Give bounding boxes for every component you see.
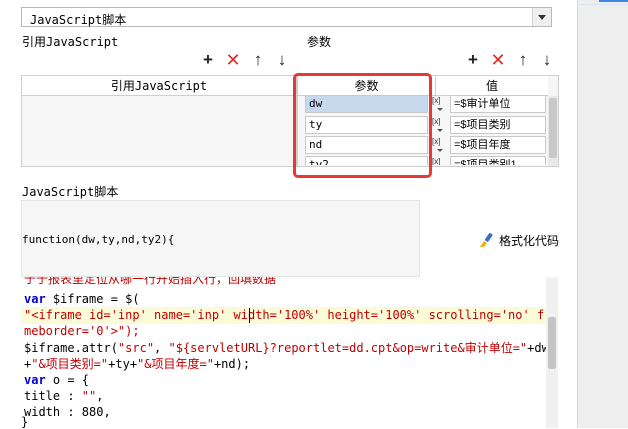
script-type-value: JavaScript脚本 (30, 13, 127, 27)
editor-scrollbar[interactable] (546, 277, 558, 428)
params-label: 参数 (307, 35, 332, 49)
params-scrollbar[interactable] (548, 96, 558, 166)
move-param-up-icon[interactable]: ↑ (515, 51, 531, 68)
add-param-icon[interactable]: + (465, 51, 481, 68)
function-signature-panel: function(dw,ty,nd,ty2){ (21, 200, 420, 277)
move-up-icon[interactable]: ↑ (250, 51, 266, 68)
formula-icon[interactable]: [x] (432, 137, 446, 155)
param-value-cell[interactable]: =$项目类别 (450, 116, 546, 134)
param-value-cell[interactable]: =$项目类别1 (450, 156, 546, 165)
ref-js-table[interactable]: 引用JavaScript (21, 75, 297, 167)
background-panel (577, 0, 628, 428)
code-line: $iframe.attr("src", "${servletURL}?repor… (24, 341, 546, 355)
formula-icon[interactable]: [x] (432, 96, 446, 114)
move-down-icon[interactable]: ↓ (274, 51, 290, 68)
code-line: meborder='0'>"); (24, 324, 140, 338)
code-line: var o = { (24, 373, 90, 387)
format-code-button[interactable]: 格式化代码 (478, 231, 559, 249)
highlight-box (293, 73, 432, 178)
code-line: title : "", (24, 389, 104, 403)
delete-icon[interactable]: ✕ (225, 51, 241, 69)
param-value-cell[interactable]: =$审计单位 (450, 95, 546, 113)
code-line: +"&项目类别="+ty+"&项目年度="+nd); (24, 357, 251, 371)
format-code-label: 格式化代码 (499, 233, 560, 248)
text-cursor (249, 308, 250, 323)
editor-scrollbar-thumb[interactable] (548, 317, 556, 369)
formula-icon[interactable]: [x] (432, 117, 446, 135)
code-line: var $iframe = $( (24, 292, 140, 306)
code-line: "<iframe id='inp' name='inp' width='100%… (24, 308, 546, 322)
ref-js-header: 引用JavaScript (22, 76, 296, 96)
move-param-down-icon[interactable]: ↓ (539, 51, 555, 68)
js-script-label: JavaScript脚本 (22, 185, 119, 199)
param-value-cell[interactable]: =$项目年度 (450, 136, 546, 154)
code-line: } (21, 415, 29, 429)
code-line: 于于报表里定位从哪一行开始插入行，回填数据 (24, 277, 277, 286)
delete-param-icon[interactable]: ✕ (490, 51, 506, 69)
add-icon[interactable]: + (200, 51, 216, 68)
function-signature: function(dw,ty,nd,ty2){ (22, 233, 175, 246)
chevron-down-icon[interactable] (532, 8, 551, 26)
value-column-header: 值 (436, 76, 548, 96)
brush-icon (480, 232, 493, 247)
code-line: width : 880, (24, 405, 111, 419)
ref-js-label: 引用JavaScript (22, 35, 119, 49)
script-type-select[interactable]: JavaScript脚本 (21, 7, 552, 27)
formula-icon[interactable]: [x] (432, 157, 446, 165)
code-editor[interactable]: 于于报表里定位从哪一行开始插入行，回填数据 var $iframe = $( "… (21, 277, 546, 428)
